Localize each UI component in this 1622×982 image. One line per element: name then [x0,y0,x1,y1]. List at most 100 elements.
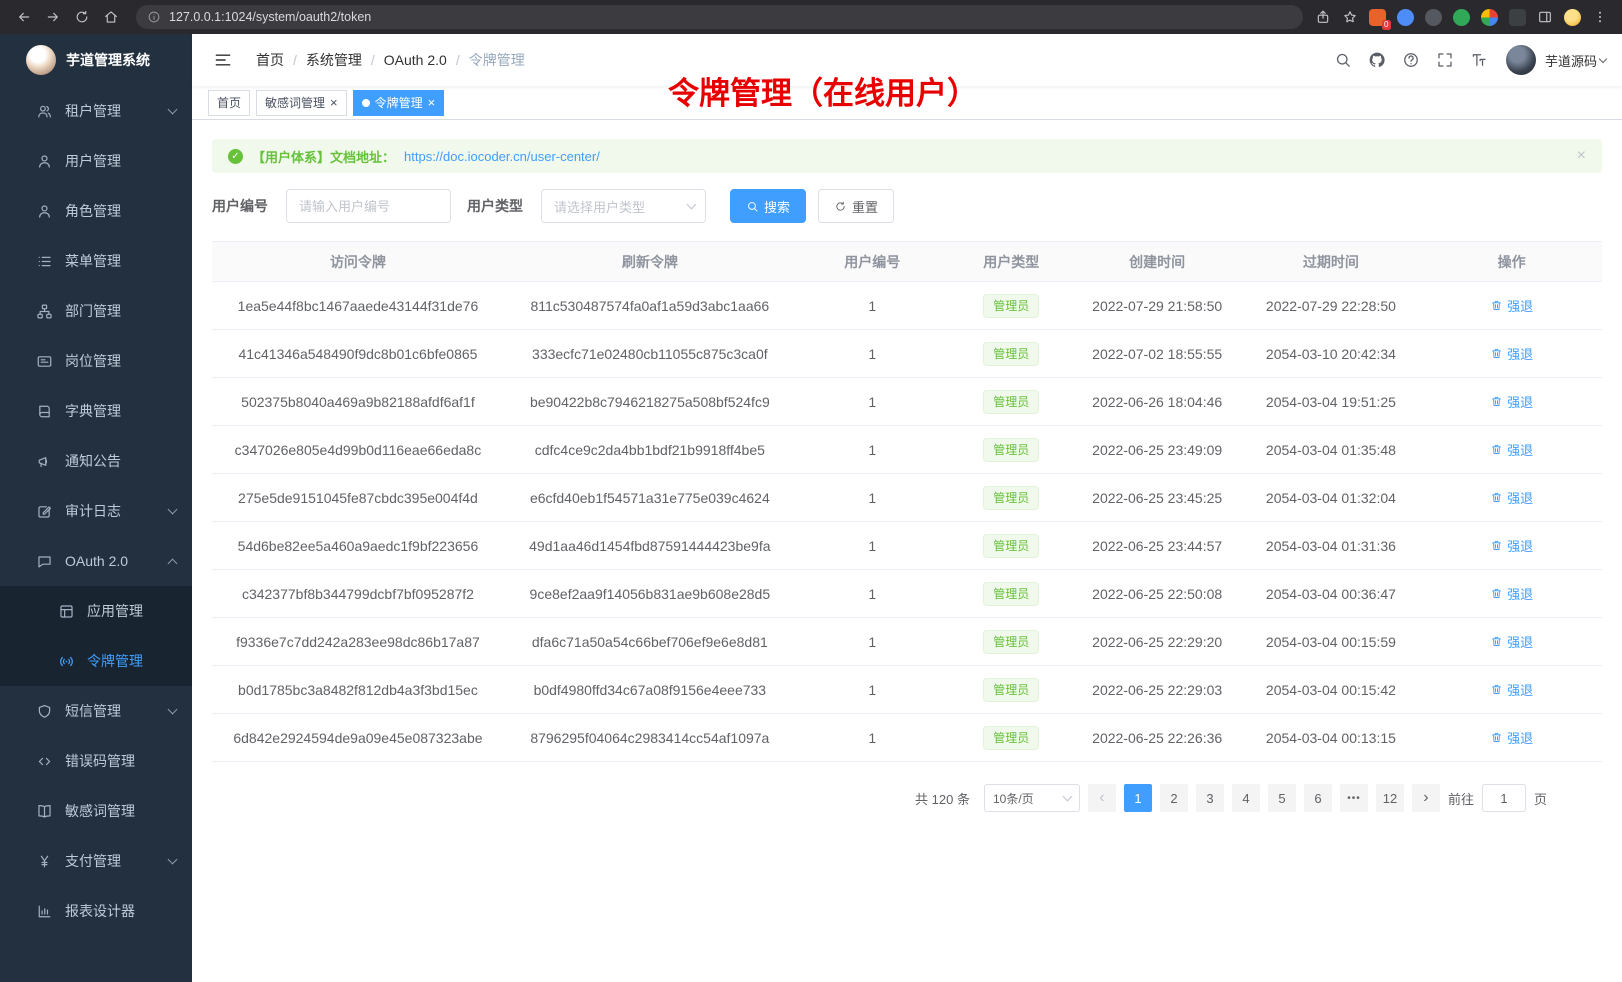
force-logout-button[interactable]: 强退 [1490,632,1533,651]
alert-close-icon[interactable]: × [1577,147,1586,165]
refresh-token-cell: 333ecfc71e02480cb11055c875c3ca0f [504,330,796,378]
extension-green-icon[interactable] [1453,9,1470,26]
sidebar-item-pay[interactable]: 支付管理 [0,836,192,886]
access-token-cell: b0d1785bc3a8482f812db4a3f3bd15ec [212,666,504,714]
sidebar-item-label: 租户管理 [65,101,169,121]
extension-red-icon[interactable]: 0 [1369,9,1386,26]
alert-link[interactable]: https://doc.iocoder.cn/user-center/ [404,149,600,164]
user-id-input[interactable] [286,189,451,223]
force-logout-button[interactable]: 强退 [1490,536,1533,555]
tab-home[interactable]: 首页 [208,90,250,116]
tab-token[interactable]: 令牌管理× [353,90,445,116]
page-button-1[interactable]: 1 [1124,784,1152,812]
tab-sensitive-word[interactable]: 敏感词管理× [256,90,347,116]
hamburger-icon[interactable] [208,45,238,75]
breadcrumb-item[interactable]: 首页 [256,50,284,70]
browser-back-button[interactable] [10,4,37,31]
force-logout-button[interactable]: 强退 [1490,728,1533,747]
table-row: 41c41346a548490f9dc8b01c6bfe0865333ecfc7… [212,330,1602,378]
sidebar-item-audit-log[interactable]: 审计日志 [0,486,192,536]
user-type-select[interactable]: 请选择用户类型 [541,189,706,223]
sidebar-item-error-code[interactable]: 错误码管理 [0,736,192,786]
created-time-cell: 2022-06-25 22:50:08 [1074,570,1241,618]
user-type-label: 用户类型 [467,196,523,216]
profile-avatar-icon[interactable] [1564,9,1581,26]
browser-reload-button[interactable] [68,4,95,31]
fullscreen-icon[interactable] [1430,45,1460,75]
refresh-token-cell: be90422b8c7946218275a508bf524fc9 [504,378,796,426]
close-icon[interactable]: × [428,96,436,109]
share-icon[interactable] [1315,9,1331,25]
search-button[interactable]: 搜索 [730,189,806,223]
browser-menu-icon[interactable] [1592,9,1608,25]
sidebar-item-oauth2-app[interactable]: 应用管理 [0,586,192,636]
next-page-button[interactable]: › [1412,784,1440,812]
force-logout-button[interactable]: 强退 [1490,488,1533,507]
refresh-token-cell: 8796295f04064c2983414cc54af1097a [504,714,796,762]
table-row: c342377bf8b344799dcbf7bf095287f29ce8ef2a… [212,570,1602,618]
user-menu[interactable]: 芋道源码 [1506,45,1606,75]
sidebar-item-post[interactable]: 岗位管理 [0,336,192,386]
page-button-5[interactable]: 5 [1268,784,1296,812]
browser-actions: 0 [1315,9,1612,26]
page-button-12[interactable]: 12 [1376,784,1404,812]
github-icon[interactable] [1362,45,1392,75]
force-logout-button[interactable]: 强退 [1490,440,1533,459]
sidebar-item-menu[interactable]: 菜单管理 [0,236,192,286]
active-tab-dot [362,99,370,107]
close-icon[interactable]: × [330,96,338,109]
tab-label: 首页 [217,94,241,111]
goto-page-input[interactable] [1482,784,1526,812]
extension-dark-icon[interactable] [1425,9,1442,26]
page-ellipsis[interactable]: ••• [1340,784,1368,812]
sidebar-item-role[interactable]: 角色管理 [0,186,192,236]
extension-teal-icon[interactable] [1481,9,1498,26]
sidepanel-icon[interactable] [1537,9,1553,25]
sidebar-item-notice[interactable]: 通知公告 [0,436,192,486]
page-size-select[interactable]: 10条/页 [984,784,1080,812]
search-icon[interactable] [1328,45,1358,75]
table-header-row: 访问令牌刷新令牌用户编号用户类型创建时间过期时间操作 [212,242,1602,282]
help-icon[interactable] [1396,45,1426,75]
refresh-icon [834,200,847,213]
trash-icon [1490,395,1503,408]
post-icon [36,353,53,370]
extension-blue-icon[interactable] [1397,9,1414,26]
bookmark-star-icon[interactable] [1342,9,1358,25]
force-logout-button[interactable]: 强退 [1490,296,1533,315]
browser-forward-button[interactable] [39,4,66,31]
created-time-cell: 2022-06-25 22:26:36 [1074,714,1241,762]
force-logout-button[interactable]: 强退 [1490,680,1533,699]
font-size-icon[interactable] [1464,45,1494,75]
browser-home-button[interactable] [97,4,124,31]
column-header: 用户编号 [796,242,949,282]
page-button-2[interactable]: 2 [1160,784,1188,812]
sidebar-item-oauth2[interactable]: OAuth 2.0 [0,536,192,586]
sidebar-item-dept[interactable]: 部门管理 [0,286,192,336]
app-logo[interactable]: 芋道管理系统 [0,34,192,86]
sidebar-item-oauth2-token[interactable]: 令牌管理 [0,636,192,686]
page-button-3[interactable]: 3 [1196,784,1224,812]
sidebar-item-sensitive-word[interactable]: 敏感词管理 [0,786,192,836]
sidebar-item-label: 通知公告 [65,451,176,471]
sidebar-item-report-designer[interactable]: 报表设计器 [0,886,192,936]
page-button-4[interactable]: 4 [1232,784,1260,812]
sidebar-item-tenant[interactable]: 租户管理 [0,86,192,136]
extension-dark2-icon[interactable] [1509,9,1526,26]
breadcrumb-item[interactable]: 系统管理 [306,50,362,70]
user-id-cell: 1 [796,570,949,618]
force-logout-button[interactable]: 强退 [1490,584,1533,603]
force-logout-button[interactable]: 强退 [1490,392,1533,411]
page-button-6[interactable]: 6 [1304,784,1332,812]
sidebar-item-sms[interactable]: 短信管理 [0,686,192,736]
prev-page-button[interactable]: ‹ [1088,784,1116,812]
browser-address-bar[interactable]: 127.0.0.1:1024/system/oauth2/token [136,5,1303,29]
expire-time-cell: 2054-03-04 00:13:15 [1241,714,1422,762]
content: ✓ 【用户体系】文档地址： https://doc.iocoder.cn/use… [192,120,1622,982]
force-logout-button[interactable]: 强退 [1490,344,1533,363]
breadcrumb-item[interactable]: OAuth 2.0 [384,52,447,68]
reset-button[interactable]: 重置 [818,189,894,223]
user-type-tag: 管理员 [983,582,1039,606]
sidebar-item-user[interactable]: 用户管理 [0,136,192,186]
sidebar-item-dict[interactable]: 字典管理 [0,386,192,436]
